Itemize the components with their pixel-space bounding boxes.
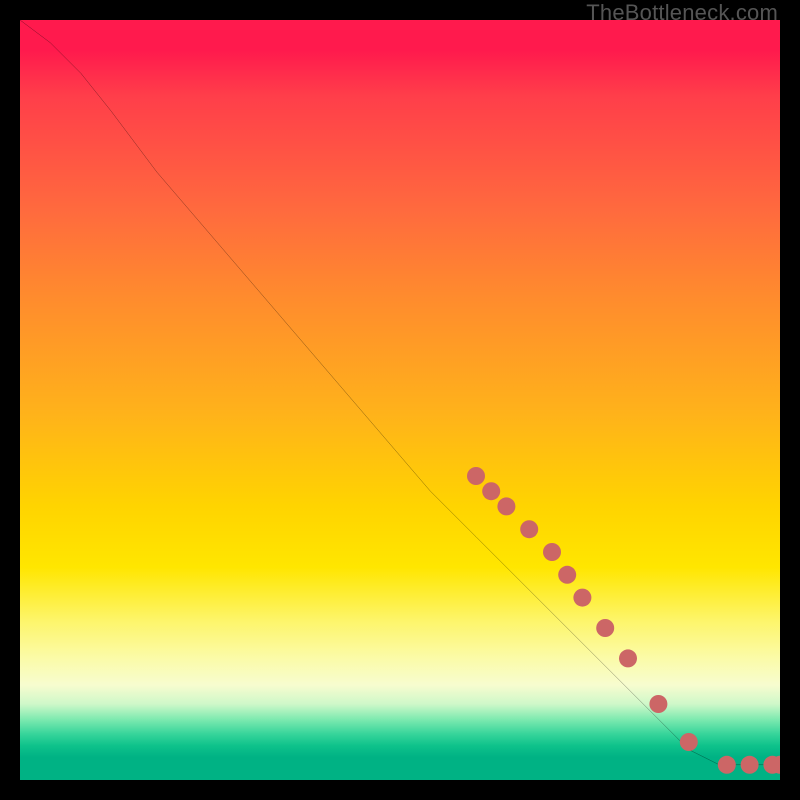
marker-point	[497, 497, 515, 515]
marker-point	[741, 756, 759, 774]
curve-layer	[20, 20, 780, 780]
marker-point	[467, 467, 485, 485]
marker-point	[718, 756, 736, 774]
marker-point	[619, 649, 637, 667]
marker-point	[649, 695, 667, 713]
bottleneck-curve	[20, 20, 780, 765]
chart-stage: TheBottleneck.com	[0, 0, 800, 800]
plot-area	[20, 20, 780, 780]
marker-point	[680, 733, 698, 751]
highlighted-points	[467, 467, 780, 774]
marker-point	[482, 482, 500, 500]
marker-point	[558, 566, 576, 584]
marker-point	[573, 589, 591, 607]
watermark-text: TheBottleneck.com	[586, 0, 778, 26]
marker-point	[520, 520, 538, 538]
marker-point	[596, 619, 614, 637]
marker-point	[543, 543, 561, 561]
